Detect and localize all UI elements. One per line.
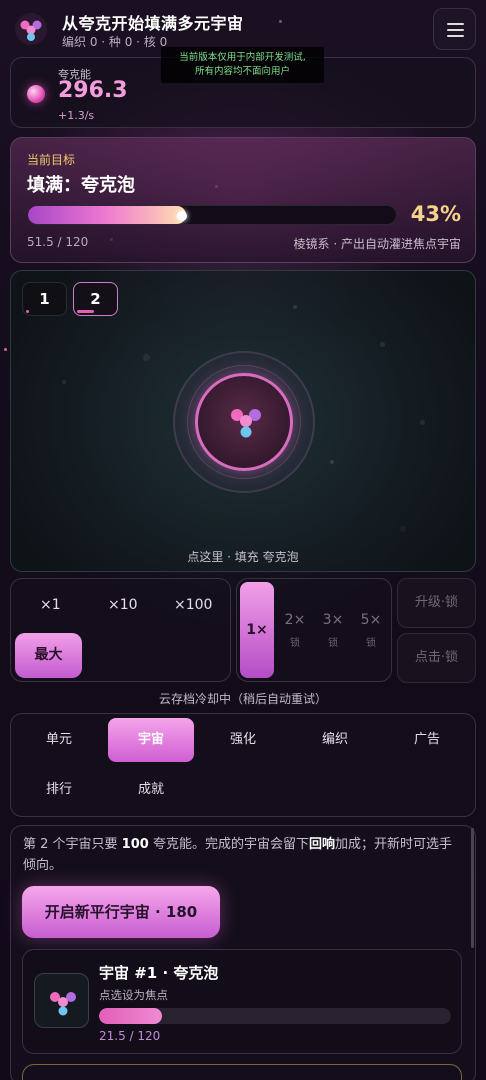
quark-cluster-icon [231, 409, 261, 438]
tab-ads[interactable]: 广告 [384, 718, 470, 762]
tab-ranking[interactable]: 排行 [16, 768, 102, 812]
resource-value: 296.3 [58, 78, 128, 103]
panel-scrollbar[interactable] [471, 828, 474, 948]
goal-percent: 43% [410, 202, 461, 226]
hamburger-line [447, 35, 464, 37]
multiplier-panel: ×1 ×10 ×100 最大 [10, 578, 231, 682]
speed-label: 2× [284, 612, 306, 628]
quark-bubble-button[interactable] [195, 373, 293, 471]
speed-3x-option[interactable]: 3× 锁 [318, 612, 348, 649]
multiplier-x1[interactable]: ×1 [40, 597, 61, 613]
speed-lock: 锁 [366, 638, 376, 649]
next-universe-card[interactable] [22, 1064, 462, 1080]
universe-info-text: 第 2 个宇宙只要 100 夸克能。完成的宇宙会留下回响加成；开新时可选手倾向。 [23, 834, 463, 876]
universe-progress-fill [99, 1008, 162, 1024]
goal-progress-fill [28, 206, 187, 224]
menu-button[interactable] [433, 8, 476, 50]
universe-progress-bar [99, 1008, 451, 1024]
speed-label: 5× [360, 612, 382, 628]
speed-lock: 锁 [328, 638, 338, 649]
hamburger-line [447, 23, 464, 25]
dev-notice-tooltip: 当前版本仅用于内部开发测试, 所有内容均不面向用户 [161, 47, 324, 83]
resource-rate: +1.3/s [58, 109, 95, 122]
info-text-part: 第 2 个宇宙只要 [23, 837, 122, 852]
info-text-bold: 回响 [308, 837, 335, 852]
tab-weave[interactable]: 编织 [292, 718, 378, 762]
speed-2x-option[interactable]: 2× 锁 [280, 612, 310, 649]
upgrade-locked-button[interactable]: 升级·锁 [397, 578, 476, 628]
universe-panel: 第 2 个宇宙只要 100 夸克能。完成的宇宙会留下回响加成；开新时可选手倾向。… [10, 825, 476, 1080]
quark-energy-icon [27, 85, 45, 103]
goal-card: 当前目标 填满：夸克泡 43% 51.5 / 120 棱镜系 · 产出自动灌进焦… [10, 137, 476, 263]
star [4, 348, 7, 351]
universe-count: 21.5 / 120 [99, 1029, 161, 1043]
speed-1x-button[interactable]: 1× [240, 582, 274, 678]
universe-title: 宇宙 #1 · 夸克泡 [99, 964, 219, 982]
universe-tab-label: 2 [90, 290, 101, 308]
speed-panel: 1× 2× 锁 3× 锁 5× 锁 [236, 578, 392, 682]
weave-stats: 编织 0 · 种 0 · 核 0 [62, 35, 168, 49]
info-text-part: 夸克能。完成的宇宙会留下 [148, 837, 309, 852]
universe-tab-progress [26, 310, 29, 313]
click-locked-button[interactable]: 点击·锁 [397, 633, 476, 683]
universe-tab-progress [77, 310, 94, 313]
universe-card[interactable]: 宇宙 #1 · 夸克泡 点选设为焦点 21.5 / 120 [22, 949, 462, 1054]
speed-lock: 锁 [290, 638, 300, 649]
speed-5x-option[interactable]: 5× 锁 [356, 612, 386, 649]
tab-units[interactable]: 单元 [16, 718, 102, 762]
goal-title: 填满：夸克泡 [27, 175, 135, 196]
goal-progress-bar [27, 205, 397, 225]
universe-subtitle: 点选设为焦点 [99, 988, 168, 1002]
speed-label: 3× [322, 612, 344, 628]
universe-icon [34, 973, 89, 1028]
quark-cluster-icon [50, 992, 76, 1016]
universe-tab-1[interactable]: 1 [22, 282, 67, 316]
goal-progress-knob [177, 211, 188, 221]
bubble-area: 1 2 点这里 · 填充 夸克泡 [10, 270, 476, 572]
tab-enhance[interactable]: 强化 [200, 718, 286, 762]
notice-line: 所有内容均不面向用户 [194, 66, 290, 77]
universe-tab-2[interactable]: 2 [73, 282, 118, 316]
multiplier-x100[interactable]: ×100 [174, 597, 212, 613]
app-title: 从夸克开始填满多元宇宙 [62, 14, 244, 33]
goal-count: 51.5 / 120 [27, 235, 89, 249]
max-button[interactable]: 最大 [15, 633, 82, 678]
nav-tabs: 单元 宇宙 强化 编织 广告 排行 成就 [10, 713, 476, 817]
bubble-hint: 点这里 · 填充 夸克泡 [187, 550, 299, 564]
hamburger-line [447, 29, 464, 31]
new-universe-button[interactable]: 开启新平行宇宙 · 180 [22, 886, 220, 938]
goal-description: 棱镜系 · 产出自动灌进焦点宇宙 [293, 237, 461, 251]
quark-logo-icon [15, 13, 47, 45]
tab-achievements[interactable]: 成就 [108, 768, 194, 812]
universe-tab-label: 1 [39, 290, 50, 308]
info-text-bold: 100 [121, 837, 149, 852]
notice-line: 当前版本仅用于内部开发测试, [179, 52, 306, 63]
multiplier-x10[interactable]: ×10 [108, 597, 138, 613]
cloud-save-status: 云存档冷却中（稍后自动重试） [158, 692, 327, 706]
goal-label: 当前目标 [27, 153, 76, 167]
tab-universe[interactable]: 宇宙 [108, 718, 194, 762]
